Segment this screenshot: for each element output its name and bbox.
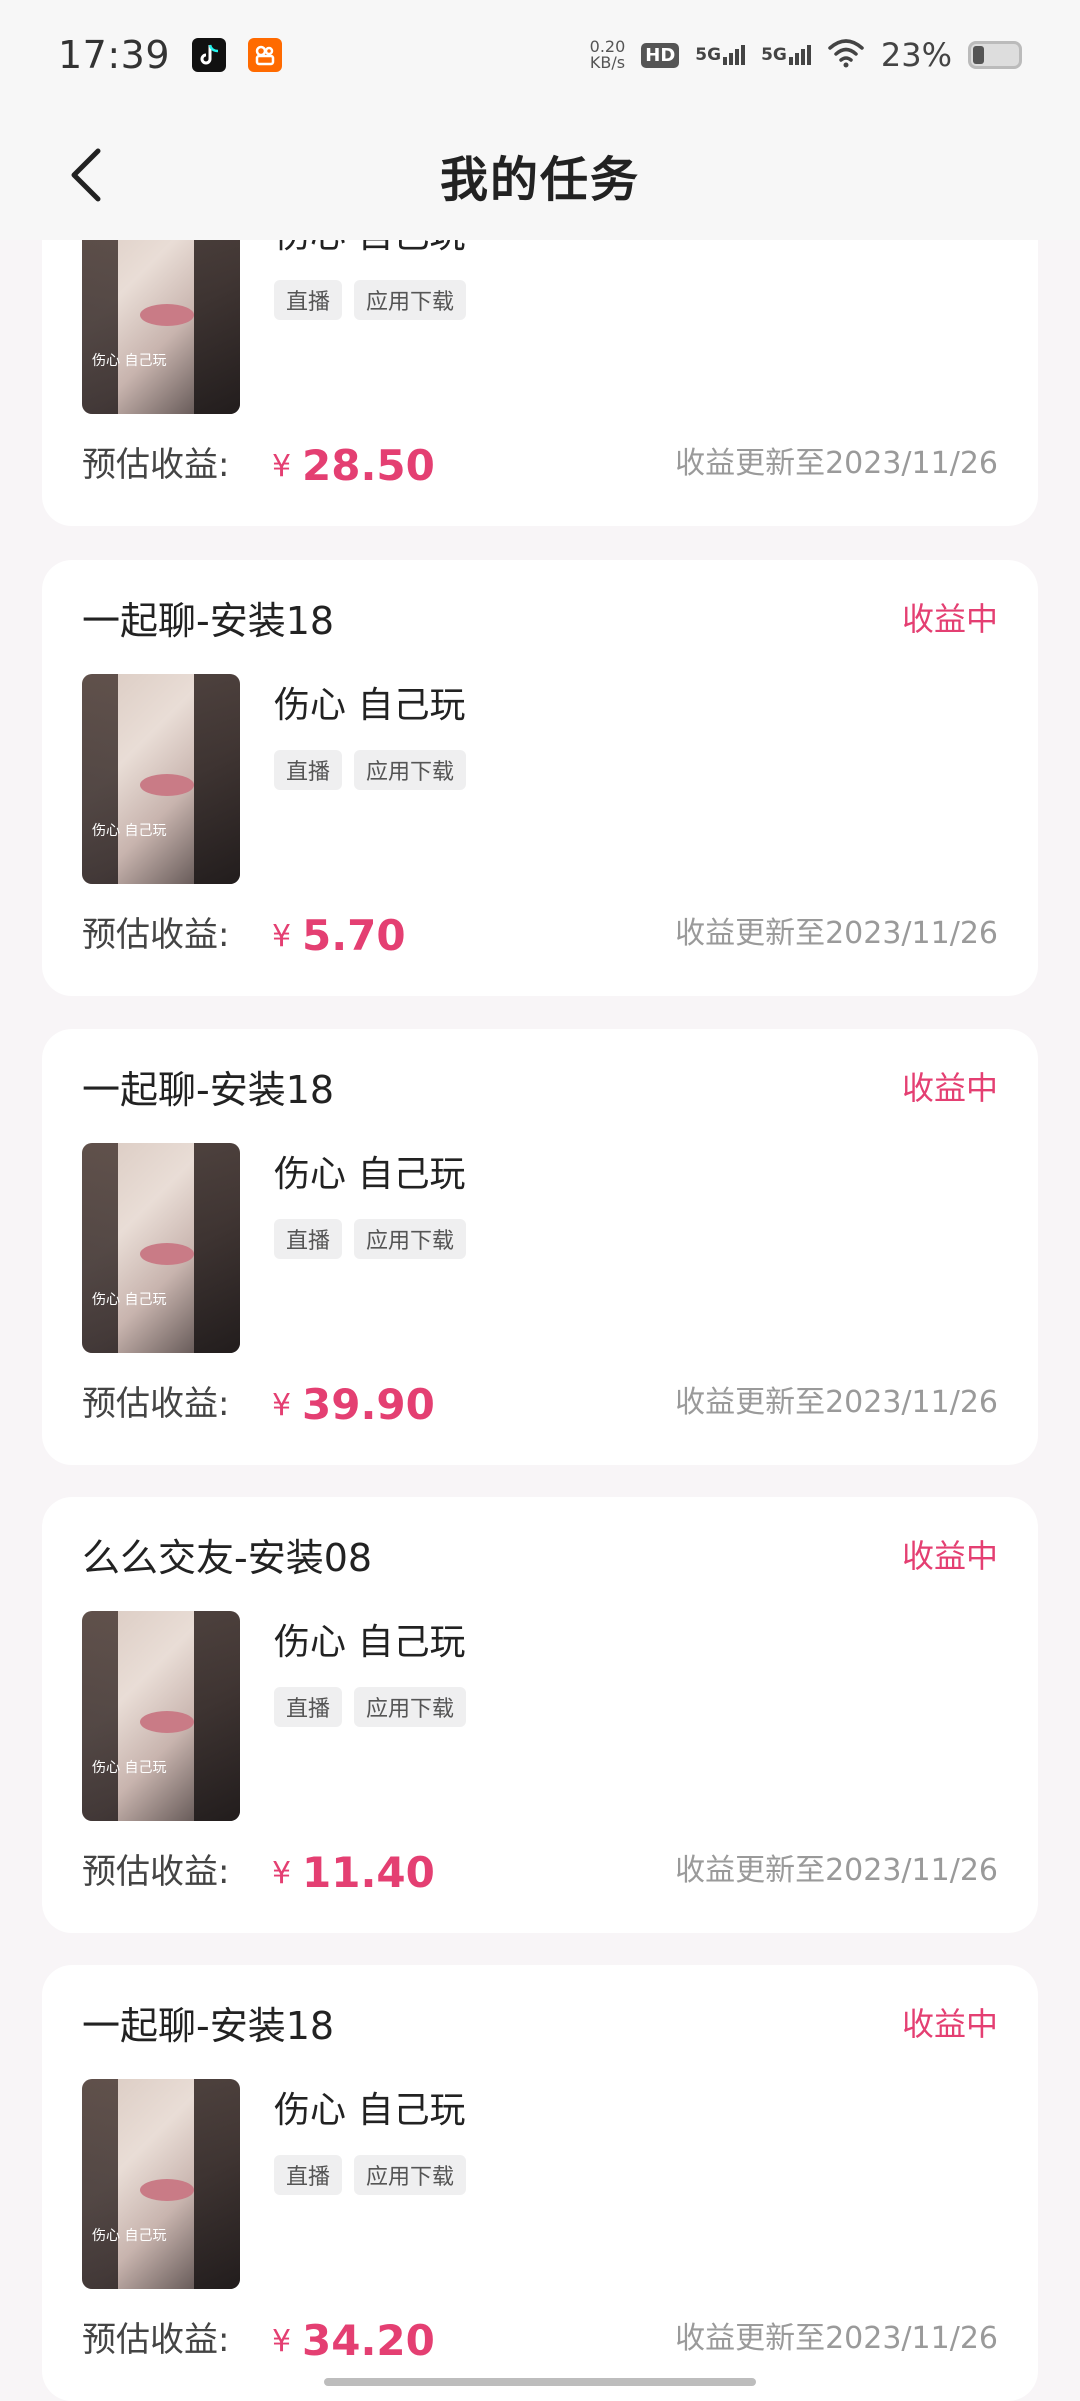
tiktok-icon	[192, 38, 226, 72]
tag-live: 直播	[274, 750, 342, 790]
update-date: 收益更新至2023/11/26	[675, 1377, 998, 1421]
nav-bar: 我的任务	[0, 110, 1080, 240]
tag-live: 直播	[274, 1219, 342, 1259]
tag-app-download: 应用下载	[354, 280, 466, 320]
tag-live: 直播	[274, 2155, 342, 2195]
status-right: 0.20 KB/s HD 5G 5G 23%	[590, 36, 1022, 74]
currency-symbol: ¥	[272, 1388, 291, 1423]
currency-symbol: ¥	[272, 919, 291, 954]
tag-list: 直播 应用下载	[274, 1687, 466, 1727]
update-date: 收益更新至2023/11/26	[675, 2313, 998, 2357]
signal-icon-2: 5G	[761, 45, 811, 65]
earnings-value: 11.40	[302, 1848, 435, 1897]
network-type-1: 5G	[695, 45, 721, 65]
currency-symbol: ¥	[272, 449, 291, 484]
earnings-label: 预估收益:	[82, 907, 229, 956]
net-speed-unit: KB/s	[590, 55, 626, 71]
tag-app-download: 应用下载	[354, 750, 466, 790]
currency-symbol: ¥	[272, 1856, 291, 1891]
status-left: 17:39	[58, 33, 282, 77]
video-thumbnail[interactable]: 伤心 自己玩	[82, 674, 240, 884]
tag-list: 直播 应用下载	[274, 2155, 466, 2195]
battery-icon	[968, 41, 1022, 69]
video-title: 伤心 自己玩	[274, 676, 465, 728]
clock: 17:39	[58, 33, 170, 77]
video-thumbnail[interactable]: 伤心 自己玩	[82, 1143, 240, 1353]
earnings-value: 34.20	[302, 2316, 435, 2365]
tag-app-download: 应用下载	[354, 2155, 466, 2195]
net-speed: 0.20 KB/s	[590, 39, 626, 71]
wifi-icon	[827, 38, 865, 72]
tag-list: 直播 应用下载	[274, 750, 466, 790]
task-title: 一起聊-安装18	[82, 590, 334, 645]
task-status: 收益中	[902, 1999, 998, 2045]
home-indicator[interactable]	[324, 2378, 756, 2386]
task-title: 么么交友-安装08	[82, 1527, 372, 1582]
video-title: 伤心 自己玩	[274, 1145, 465, 1197]
task-status: 收益中	[902, 1531, 998, 1577]
tag-app-download: 应用下载	[354, 1687, 466, 1727]
network-type-2: 5G	[761, 45, 787, 65]
back-button[interactable]	[56, 143, 116, 207]
tag-live: 直播	[274, 1687, 342, 1727]
task-title: 一起聊-安装18	[82, 1059, 334, 1114]
task-card[interactable]: 一起聊-安装18 收益中 伤心 自己玩 伤心 自己玩 直播 应用下载 预估收益:…	[42, 560, 1038, 996]
thumbnail-caption: 伤心 自己玩	[92, 1289, 166, 1309]
earnings-label: 预估收益:	[82, 1376, 229, 1425]
task-card[interactable]: 一起聊-安装18 收益中 伤心 自己玩 伤心 自己玩 直播 应用下载 预估收益:…	[42, 1965, 1038, 2401]
task-status: 收益中	[902, 1063, 998, 1109]
earnings-value: 39.90	[302, 1380, 435, 1429]
video-title: 伤心 自己玩	[274, 1613, 465, 1665]
task-card[interactable]: 一起聊-安装18 收益中 伤心 自己玩 伤心 自己玩 直播 应用下载 预估收益:…	[42, 1029, 1038, 1465]
tag-app-download: 应用下载	[354, 1219, 466, 1259]
video-title: 伤心 自己玩	[274, 2081, 465, 2133]
task-status: 收益中	[902, 594, 998, 640]
thumbnail-caption: 伤心 自己玩	[92, 2225, 166, 2245]
update-date: 收益更新至2023/11/26	[675, 1845, 998, 1889]
thumbnail-caption: 伤心 自己玩	[92, 350, 166, 370]
video-thumbnail[interactable]: 伤心 自己玩	[82, 2079, 240, 2289]
video-thumbnail[interactable]: 伤心 自己玩	[82, 1611, 240, 1821]
chevron-left-icon	[66, 145, 106, 205]
task-title: 一起聊-安装18	[82, 1995, 334, 2050]
thumbnail-caption: 伤心 自己玩	[92, 820, 166, 840]
hd-badge: HD	[641, 43, 679, 68]
earnings-value: 28.50	[302, 441, 435, 490]
update-date: 收益更新至2023/11/26	[675, 438, 998, 482]
currency-symbol: ¥	[272, 2324, 291, 2359]
earnings-value: 5.70	[302, 911, 406, 960]
tag-live: 直播	[274, 280, 342, 320]
earnings-label: 预估收益:	[82, 2312, 229, 2361]
task-card[interactable]: 么么交友-安装08 收益中 伤心 自己玩 伤心 自己玩 直播 应用下载 预估收益…	[42, 1497, 1038, 1933]
thumbnail-caption: 伤心 自己玩	[92, 1757, 166, 1777]
kuaishou-icon	[248, 38, 282, 72]
status-bar: 17:39 0.20 KB/s HD 5G 5G 23%	[0, 0, 1080, 110]
signal-icon: 5G	[695, 45, 745, 65]
earnings-label: 预估收益:	[82, 437, 229, 486]
tag-list: 直播 应用下载	[274, 1219, 466, 1259]
earnings-label: 预估收益:	[82, 1844, 229, 1893]
tag-list: 直播 应用下载	[274, 280, 466, 320]
page-title: 我的任务	[440, 140, 640, 210]
battery-percent: 23%	[881, 36, 952, 74]
update-date: 收益更新至2023/11/26	[675, 908, 998, 952]
